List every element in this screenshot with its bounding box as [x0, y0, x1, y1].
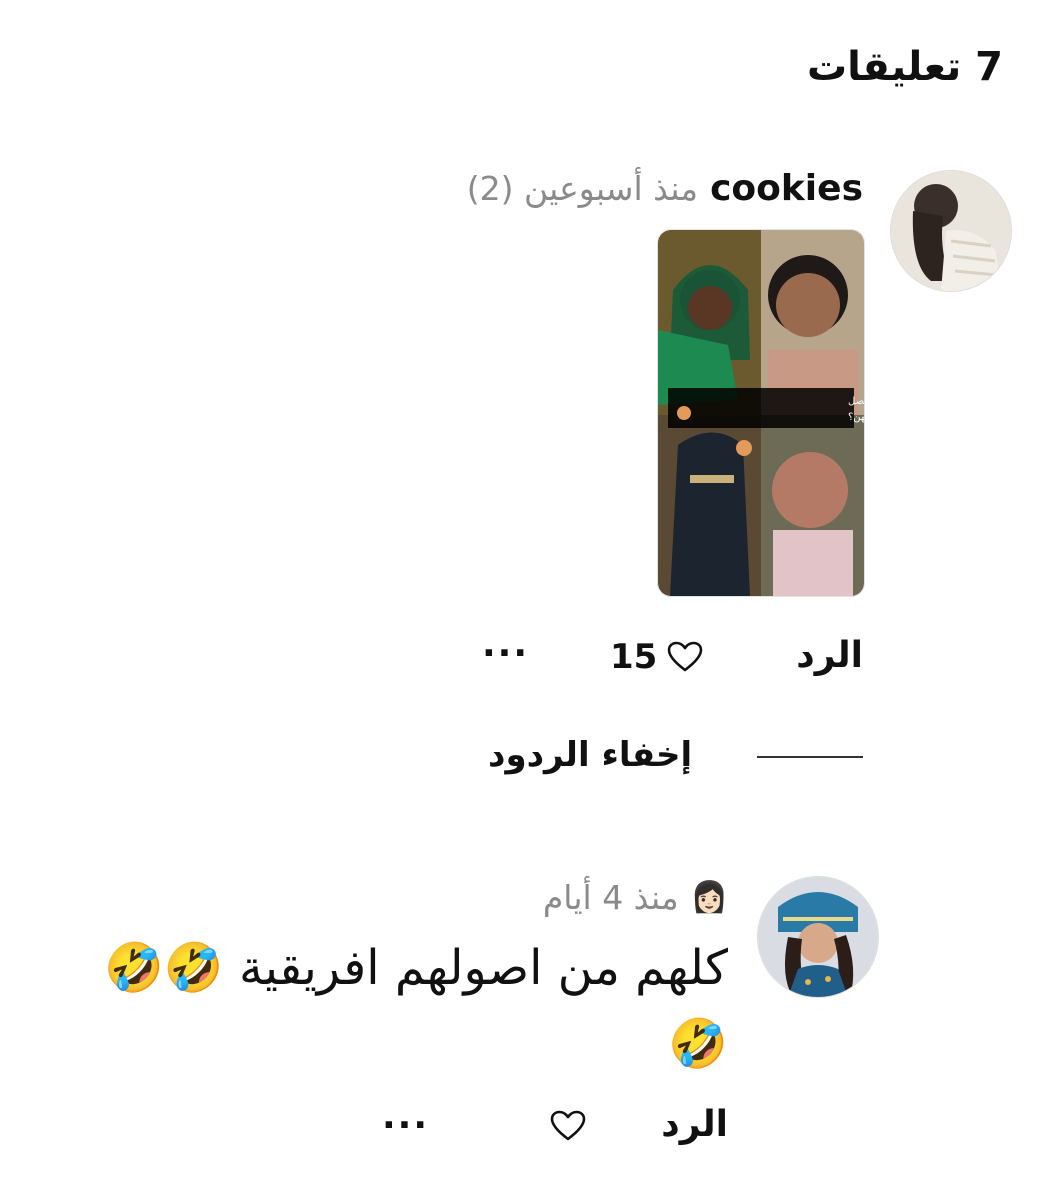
timestamp: منذ 4 أيام	[542, 878, 679, 917]
more-options-button[interactable]: ···	[382, 1108, 429, 1144]
divider-line	[757, 756, 863, 758]
attachment-caption-line2: لمجرد النظر إلى وجوههن؟	[848, 412, 864, 423]
avatar[interactable]	[757, 876, 879, 998]
heart-icon	[668, 641, 703, 672]
comment-text: كلهم من اصولهم افريقية 🤣🤣🤣	[104, 940, 728, 1072]
comment-meta: 👩🏻 منذ 4 أيام	[543, 878, 728, 917]
reply-button[interactable]: الرد	[796, 635, 863, 676]
attachment-caption-line1: تحسون رائحة السعوديات بصل	[848, 396, 864, 407]
like-button[interactable]	[540, 1110, 586, 1142]
comment-meta: cookies منذ أسبوعين (2)	[467, 168, 863, 209]
hide-replies-button[interactable]: إخفاء الردود	[488, 735, 692, 775]
avatar[interactable]	[890, 170, 1012, 292]
comment-image-attachment[interactable]: تحسون رائحة السعوديات بصل لمجرد النظر إل…	[657, 229, 865, 597]
reply-button[interactable]: الرد	[661, 1104, 728, 1145]
timestamp: منذ أسبوعين (2)	[466, 169, 699, 208]
username-emoji[interactable]: 👩🏻	[691, 882, 728, 913]
heart-icon	[550, 1110, 586, 1141]
like-count: 15	[610, 637, 658, 677]
page-title: 7 تعليقات	[806, 44, 1003, 90]
username[interactable]: cookies	[710, 168, 863, 209]
more-options-button[interactable]: ···	[482, 636, 529, 672]
like-button[interactable]: 15	[610, 637, 703, 677]
